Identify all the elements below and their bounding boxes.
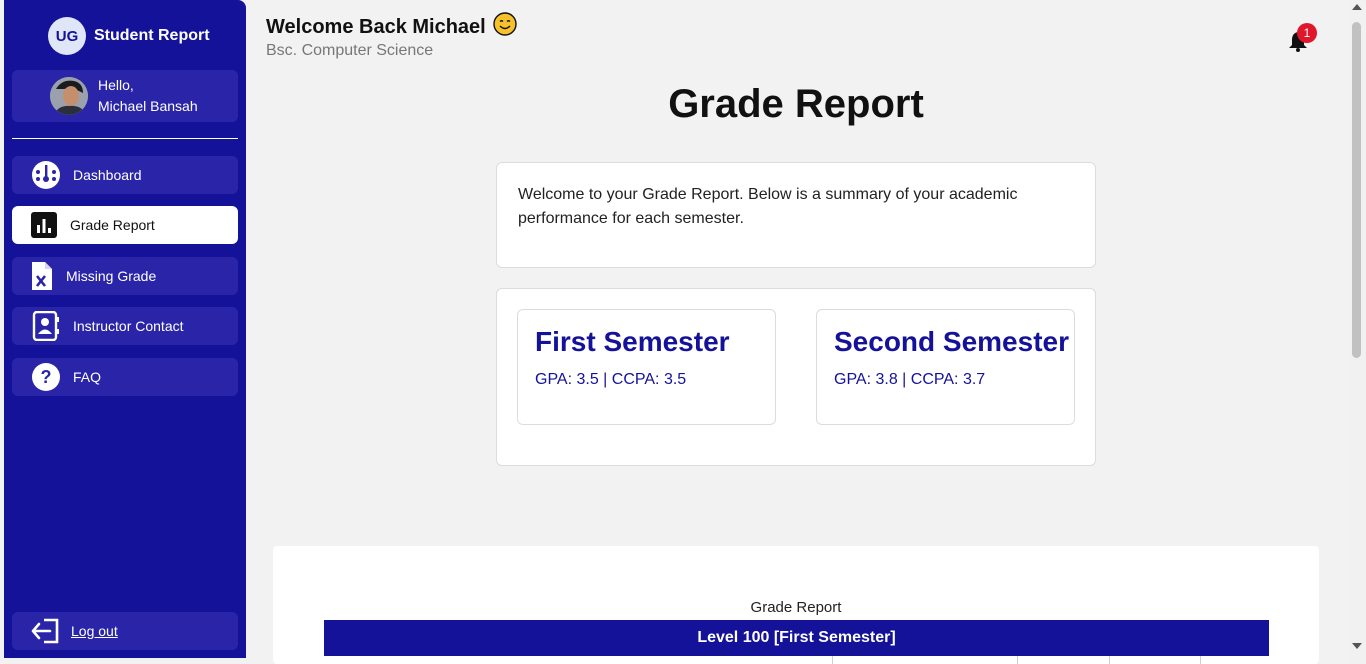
- welcome-heading: Welcome Back Michael: [266, 12, 517, 42]
- smile-emoji-icon: [493, 12, 517, 42]
- semester-stats: GPA: 3.8 | CCPA: 3.7: [834, 371, 986, 388]
- report-caption: Grade Report: [750, 599, 842, 616]
- sidebar-item-label: Dashboard: [73, 167, 142, 183]
- sidebar-item-grade-report[interactable]: Grade Report: [12, 206, 238, 244]
- sidebar: UG Student Report Hello, Michael Bansah: [4, 0, 246, 658]
- question-circle-icon: ?: [30, 362, 62, 392]
- scroll-down-arrow-icon[interactable]: [1352, 643, 1362, 649]
- sidebar-divider: [12, 138, 238, 139]
- user-card: Hello, Michael Bansah: [12, 70, 238, 122]
- semester-card-second[interactable]: Second Semester GPA: 3.8 | CCPA: 3.7: [816, 309, 1075, 425]
- sidebar-item-missing-grade[interactable]: Missing Grade: [12, 257, 238, 295]
- semester-title: Second Semester: [834, 326, 1069, 357]
- contact-book-icon: [30, 311, 62, 341]
- semester-stats: GPA: 3.5 | CCPA: 3.5: [535, 371, 687, 388]
- intro-text: Welcome to your Grade Report. Below is a…: [518, 186, 1018, 227]
- scrollbar-thumb[interactable]: [1352, 22, 1361, 358]
- bar-chart-icon: [30, 212, 58, 238]
- program-subtitle: Bsc. Computer Science: [266, 42, 434, 59]
- table-column-divider: [1017, 656, 1018, 664]
- sidebar-item-label: Instructor Contact: [73, 318, 184, 334]
- user-greeting: Hello,: [98, 77, 134, 93]
- logout-arrow-icon: [30, 618, 60, 644]
- welcome-text: Welcome Back Michael: [266, 15, 486, 38]
- brand: UG Student Report: [48, 17, 210, 55]
- svg-text:?: ?: [41, 367, 52, 387]
- logout-button[interactable]: Log out: [12, 612, 238, 650]
- sidebar-item-label: Grade Report: [70, 217, 155, 233]
- table-column-divider: [832, 656, 833, 664]
- brand-title: Student Report: [94, 27, 210, 44]
- semester-title: First Semester: [535, 326, 730, 357]
- semester-card-first[interactable]: First Semester GPA: 3.5 | CCPA: 3.5: [517, 309, 776, 425]
- logout-link[interactable]: Log out: [71, 623, 118, 639]
- intro-card: Welcome to your Grade Report. Below is a…: [496, 162, 1096, 268]
- page-title: Grade Report: [668, 82, 924, 126]
- sidebar-item-label: FAQ: [73, 369, 102, 385]
- sidebar-item-instructor-contact[interactable]: Instructor Contact: [12, 307, 238, 345]
- semester-summary: First Semester GPA: 3.5 | CCPA: 3.5 Seco…: [496, 288, 1096, 466]
- dashboard-gauge-icon: [30, 160, 62, 190]
- sidebar-item-dashboard[interactable]: Dashboard: [12, 156, 238, 194]
- sidebar-item-faq[interactable]: ? FAQ: [12, 358, 238, 396]
- file-x-icon: [28, 261, 56, 291]
- user-greeting-block: Hello, Michael Bansah: [98, 75, 198, 117]
- table-column-divider: [1109, 656, 1110, 664]
- scroll-up-arrow-icon[interactable]: [1352, 4, 1362, 10]
- level-heading: Level 100 [First Semester]: [324, 620, 1269, 656]
- user-name: Michael Bansah: [98, 98, 198, 114]
- notification-badge: 1: [1297, 23, 1317, 43]
- table-column-divider: [1200, 656, 1201, 664]
- avatar: [50, 77, 88, 115]
- brand-logo: UG: [48, 17, 86, 55]
- grade-report-panel: Grade Report Level 100 [First Semester]: [273, 546, 1319, 664]
- sidebar-item-label: Missing Grade: [66, 268, 157, 284]
